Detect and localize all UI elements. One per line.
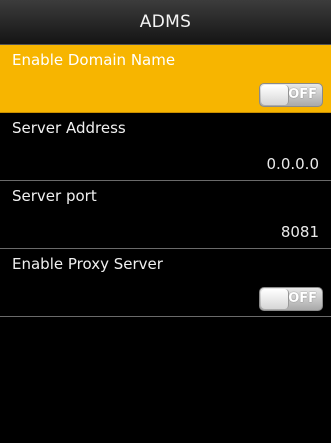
toggle-state-text: OFF xyxy=(288,87,317,102)
menu-item-label: Enable Proxy Server xyxy=(12,255,163,273)
menu-item-enable-domain-name[interactable]: Enable Domain Name OFF xyxy=(0,45,331,113)
enable-domain-name-toggle[interactable]: OFF xyxy=(259,83,323,107)
server-address-value: 0.0.0.0 xyxy=(266,155,319,173)
menu-item-server-address[interactable]: Server Address 0.0.0.0 xyxy=(0,113,331,181)
enable-proxy-server-toggle[interactable]: OFF xyxy=(259,287,323,311)
server-port-value: 8081 xyxy=(280,223,319,241)
menu-item-label: Server port xyxy=(12,187,97,205)
toggle-knob xyxy=(261,289,289,309)
menu-item-label: Enable Domain Name xyxy=(12,51,176,69)
menu-item-label: Server Address xyxy=(12,119,126,137)
toggle-state-text: OFF xyxy=(288,291,317,306)
menu-item-enable-proxy-server[interactable]: Enable Proxy Server OFF xyxy=(0,249,331,317)
title-bar: ADMS xyxy=(0,0,331,45)
menu-item-server-port[interactable]: Server port 8081 xyxy=(0,181,331,249)
toggle-knob xyxy=(261,85,289,105)
page-title: ADMS xyxy=(139,12,192,32)
